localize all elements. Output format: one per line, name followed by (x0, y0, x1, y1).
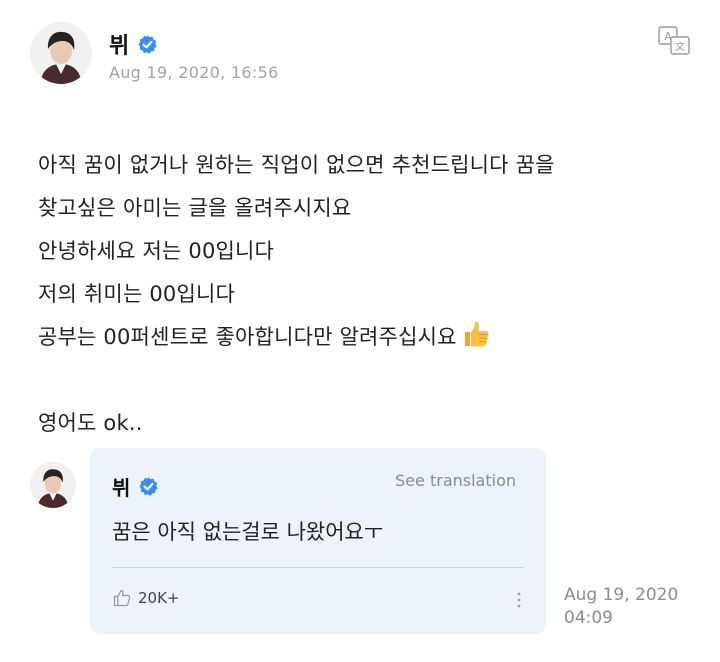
post-line: 영어도 ok.. (38, 411, 143, 435)
more-vertical-icon[interactable] (514, 588, 524, 612)
reply-author-name[interactable]: 뷔 (112, 472, 130, 501)
translate-icon[interactable]: A 文 (658, 26, 690, 56)
post-header: 뷔 Aug 19, 2020, 16:56 A 文 (30, 22, 700, 92)
reply-date: Aug 19, 2020 04:09 (564, 584, 678, 630)
verified-badge-icon (139, 477, 159, 496)
post-date: Aug 19, 2020, 16:56 (109, 63, 279, 82)
reply-date-day: Aug 19, 2020 (564, 585, 679, 605)
divider (112, 567, 524, 568)
author-name[interactable]: 뷔 (109, 28, 129, 60)
post-line: 저의 취미는 00입니다 (38, 282, 236, 306)
see-translation-link[interactable]: See translation (395, 471, 516, 490)
reply-author-avatar[interactable] (30, 462, 76, 508)
like-count: 20K+ (138, 589, 180, 607)
reply-date-time: 04:09 (564, 608, 613, 628)
post-line: 안녕하세요 저는 00입니다 (38, 239, 275, 263)
thumb-up-outline-icon (113, 589, 131, 607)
reply-author-row: 뷔 (112, 472, 159, 501)
author-avatar[interactable] (30, 22, 92, 84)
post-line: 공부는 00퍼센트로 좋아합니다만 알려주십시요 (38, 325, 457, 349)
author-row: 뷔 (109, 28, 158, 60)
post-line-with-emoji: 공부는 00퍼센트로 좋아합니다만 알려주십시요 (38, 316, 698, 359)
verified-badge-icon (138, 34, 157, 54)
reply-text: 꿈은 아직 없는걸로 나왔어요ㅜ (112, 520, 384, 544)
post-line: 아직 꿈이 없거나 원하는 직업이 없으면 추천드립니다 꿈을 (38, 153, 555, 177)
like-button[interactable]: 20K+ (112, 588, 180, 608)
reply-card: 뷔 See translation 꿈은 아직 없는걸로 나왔어요ㅜ 20K+ (90, 448, 546, 634)
svg-text:文: 文 (675, 40, 685, 53)
post-line: 찾고싶은 아미는 글을 올려주시지요 (38, 196, 352, 220)
post-body: 아직 꿈이 없거나 원하는 직업이 없으면 추천드립니다 꿈을 찾고싶은 아미는… (38, 144, 698, 445)
thumbs-up-emoji (464, 321, 489, 347)
